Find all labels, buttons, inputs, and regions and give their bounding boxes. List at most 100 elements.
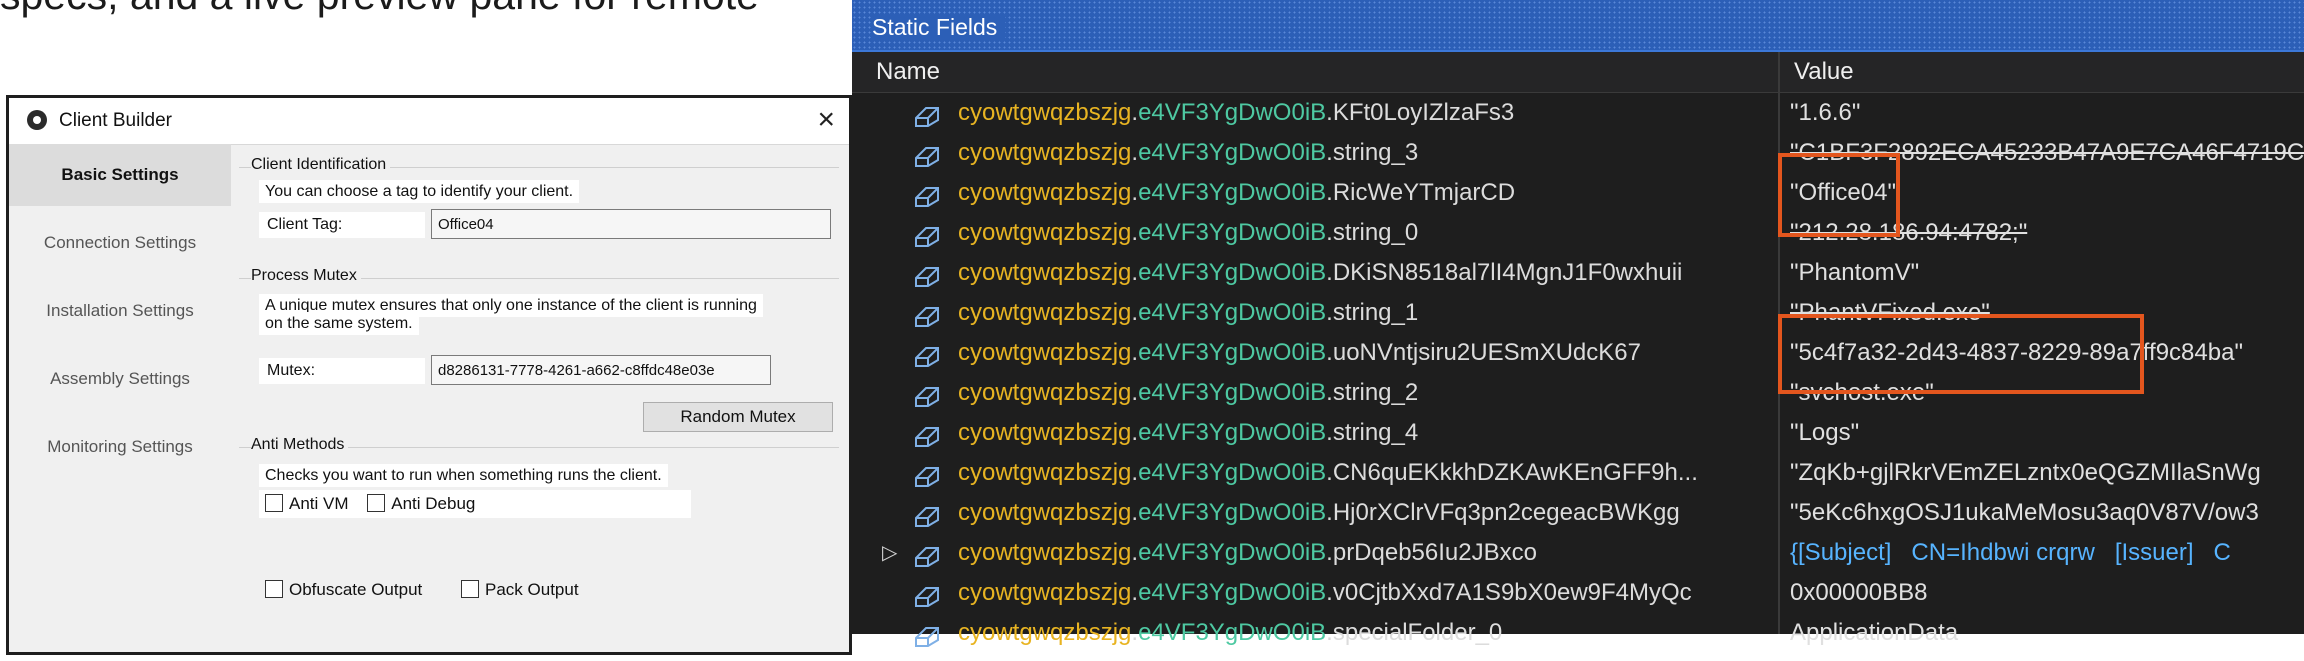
table-row[interactable]: cyowtgwqzbszjg.e4VF3YgDwO0iB.specialFold… bbox=[852, 613, 2304, 653]
class-text: e4VF3YgDwO0iB bbox=[1138, 419, 1327, 446]
highlight-box-tag bbox=[1778, 153, 1900, 237]
field-name: cyowtgwqzbszjg.e4VF3YgDwO0iB.KFt0LoyIZlz… bbox=[958, 99, 1515, 126]
mutex-input[interactable]: d8286131-7778-4261-a662-c8ffdc48e03e bbox=[431, 355, 771, 385]
member-text: string_2 bbox=[1332, 379, 1419, 406]
field-name: cyowtgwqzbszjg.e4VF3YgDwO0iB.string_3 bbox=[958, 139, 1419, 166]
static-fields-panel: Static Fields Name Value cyowtgwqzbszjg.… bbox=[852, 0, 2304, 647]
field-name: cyowtgwqzbszjg.e4VF3YgDwO0iB.string_0 bbox=[958, 219, 1419, 246]
namespace-text: cyowtgwqzbszjg bbox=[958, 579, 1132, 606]
field-value: "1.6.6" bbox=[1790, 99, 1861, 126]
obfuscate-output-label: Obfuscate Output bbox=[289, 580, 423, 599]
process-mutex-title: Process Mutex bbox=[251, 267, 361, 285]
namespace-text: cyowtgwqzbszjg bbox=[958, 499, 1132, 526]
field-value: ApplicationData bbox=[1790, 619, 1959, 646]
field-name: cyowtgwqzbszjg.e4VF3YgDwO0iB.string_1 bbox=[958, 299, 1419, 326]
table-row[interactable]: ▷ cyowtgwqzbszjg.e4VF3YgDwO0iB.prDqeb56Iu… bbox=[852, 533, 2304, 573]
table-row[interactable]: cyowtgwqzbszjg.e4VF3YgDwO0iB.CN6quEKkkhD… bbox=[852, 453, 2304, 493]
class-text: e4VF3YgDwO0iB bbox=[1138, 339, 1327, 366]
field-name: cyowtgwqzbszjg.e4VF3YgDwO0iB.uoNVntjsiru… bbox=[958, 339, 1641, 366]
field-name: cyowtgwqzbszjg.e4VF3YgDwO0iB.CN6quEKkkhD… bbox=[958, 459, 1698, 486]
column-header-value[interactable]: Value bbox=[1794, 58, 1854, 86]
anti-methods-title: Anti Methods bbox=[251, 436, 349, 454]
value-c: C bbox=[2213, 539, 2231, 566]
client-tag-input[interactable]: Office04 bbox=[431, 209, 831, 239]
static-field-icon bbox=[912, 181, 942, 207]
static-field-icon bbox=[912, 621, 942, 647]
nav-connection-settings[interactable]: Connection Settings bbox=[9, 212, 231, 274]
member-text: prDqeb56Iu2JBxco bbox=[1332, 539, 1537, 566]
static-field-icon bbox=[912, 301, 942, 327]
highlight-box-mutex bbox=[1778, 314, 2144, 394]
class-text: e4VF3YgDwO0iB bbox=[1138, 539, 1327, 566]
nav-assembly-settings[interactable]: Assembly Settings bbox=[9, 348, 231, 410]
field-name: cyowtgwqzbszjg.e4VF3YgDwO0iB.v0CjtbXxd7A… bbox=[958, 579, 1692, 606]
mutex-description-line2: on the same system. bbox=[259, 312, 419, 335]
field-name: cyowtgwqzbszjg.e4VF3YgDwO0iB.specialFold… bbox=[958, 619, 1503, 646]
expand-arrow-icon[interactable]: ▷ bbox=[882, 533, 897, 573]
field-name: cyowtgwqzbszjg.e4VF3YgDwO0iB.string_4 bbox=[958, 419, 1419, 446]
class-text: e4VF3YgDwO0iB bbox=[1138, 99, 1327, 126]
column-headers: Name Value bbox=[852, 52, 2304, 93]
member-text: KFt0LoyIZlzaFs3 bbox=[1332, 99, 1515, 126]
member-text: DKiSN8518al7lI4MgnJ1F0wxhuii bbox=[1332, 259, 1683, 286]
field-value: "PhantomV" bbox=[1790, 259, 1920, 286]
anti-vm-checkbox[interactable] bbox=[265, 493, 283, 512]
static-field-icon bbox=[912, 461, 942, 487]
namespace-text: cyowtgwqzbszjg bbox=[958, 299, 1132, 326]
pack-output-checkbox[interactable] bbox=[461, 579, 479, 598]
member-text: v0CjtbXxd7A1S9bX0ew9F4MyQc bbox=[1332, 579, 1692, 606]
nav-monitoring-settings[interactable]: Monitoring Settings bbox=[9, 416, 231, 478]
static-field-icon bbox=[912, 501, 942, 527]
caption-text: specs, and a live preview pane for remot… bbox=[0, 0, 759, 19]
field-name: cyowtgwqzbszjg.e4VF3YgDwO0iB.RicWeYTmjar… bbox=[958, 179, 1516, 206]
table-row[interactable]: cyowtgwqzbszjg.e4VF3YgDwO0iB.DKiSN8518al… bbox=[852, 253, 2304, 293]
field-value: 0x00000BB8 bbox=[1790, 579, 1928, 606]
pack-output-option: Pack Output bbox=[461, 576, 579, 604]
member-text: string_4 bbox=[1332, 419, 1419, 446]
member-text: string_1 bbox=[1332, 299, 1419, 326]
client-identification-title: Client Identification bbox=[251, 156, 391, 174]
class-text: e4VF3YgDwO0iB bbox=[1138, 459, 1327, 486]
settings-sidebar: Basic Settings Connection Settings Insta… bbox=[9, 144, 231, 652]
titlebar: Client Builder × bbox=[9, 98, 849, 145]
namespace-text: cyowtgwqzbszjg bbox=[958, 419, 1132, 446]
mutex-label: Mutex: bbox=[259, 358, 425, 384]
panel-header: Static Fields bbox=[852, 0, 2304, 52]
static-field-icon bbox=[912, 221, 942, 247]
anti-methods-checkbox-row: Anti VM Anti Debug bbox=[259, 490, 691, 518]
window-title: Client Builder bbox=[59, 110, 172, 131]
field-name: cyowtgwqzbszjg.e4VF3YgDwO0iB.string_2 bbox=[958, 379, 1419, 406]
table-row[interactable]: cyowtgwqzbszjg.e4VF3YgDwO0iB.KFt0LoyIZlz… bbox=[852, 93, 2304, 133]
table-row[interactable]: cyowtgwqzbszjg.e4VF3YgDwO0iB.string_4 "Lo… bbox=[852, 413, 2304, 453]
namespace-text: cyowtgwqzbszjg bbox=[958, 139, 1132, 166]
table-row[interactable]: cyowtgwqzbszjg.e4VF3YgDwO0iB.Hj0rXClrVFq… bbox=[852, 493, 2304, 533]
field-name: cyowtgwqzbszjg.e4VF3YgDwO0iB.DKiSN8518al… bbox=[958, 259, 1683, 286]
table-row[interactable]: cyowtgwqzbszjg.e4VF3YgDwO0iB.RicWeYTmjar… bbox=[852, 173, 2304, 213]
table-row[interactable]: cyowtgwqzbszjg.e4VF3YgDwO0iB.string_3 "C1… bbox=[852, 133, 2304, 173]
field-value: {[Subject] CN=Ihdbwi crqrw [Issuer] C bbox=[1790, 533, 2231, 573]
anti-debug-checkbox[interactable] bbox=[367, 493, 386, 512]
app-icon bbox=[27, 110, 47, 130]
nav-basic-settings[interactable]: Basic Settings bbox=[9, 144, 231, 206]
close-icon[interactable]: × bbox=[817, 102, 835, 138]
namespace-text: cyowtgwqzbszjg bbox=[958, 339, 1132, 366]
table-row[interactable]: cyowtgwqzbszjg.e4VF3YgDwO0iB.string_0 "21… bbox=[852, 213, 2304, 253]
obfuscate-output-checkbox[interactable] bbox=[265, 579, 283, 598]
random-mutex-button[interactable]: Random Mutex bbox=[643, 402, 833, 432]
member-text: Hj0rXClrVFq3pn2cegeacBWKgg bbox=[1332, 499, 1680, 526]
namespace-text: cyowtgwqzbszjg bbox=[958, 459, 1132, 486]
class-text: e4VF3YgDwO0iB bbox=[1138, 259, 1327, 286]
static-field-icon bbox=[912, 381, 942, 407]
table-row[interactable]: cyowtgwqzbszjg.e4VF3YgDwO0iB.v0CjtbXxd7A… bbox=[852, 573, 2304, 613]
value-cn: CN=Ihdbwi crqrw bbox=[1911, 539, 2095, 566]
member-text: specialFolder_0 bbox=[1332, 619, 1503, 646]
static-field-icon bbox=[912, 261, 942, 287]
nav-installation-settings[interactable]: Installation Settings bbox=[9, 280, 231, 342]
column-header-name[interactable]: Name bbox=[876, 58, 940, 86]
member-text: string_0 bbox=[1332, 219, 1419, 246]
namespace-text: cyowtgwqzbszjg bbox=[958, 619, 1132, 646]
settings-content: Client Identification You can choose a t… bbox=[239, 144, 849, 652]
class-text: e4VF3YgDwO0iB bbox=[1138, 379, 1327, 406]
field-value: "Logs" bbox=[1790, 419, 1860, 446]
member-text: string_3 bbox=[1332, 139, 1419, 166]
